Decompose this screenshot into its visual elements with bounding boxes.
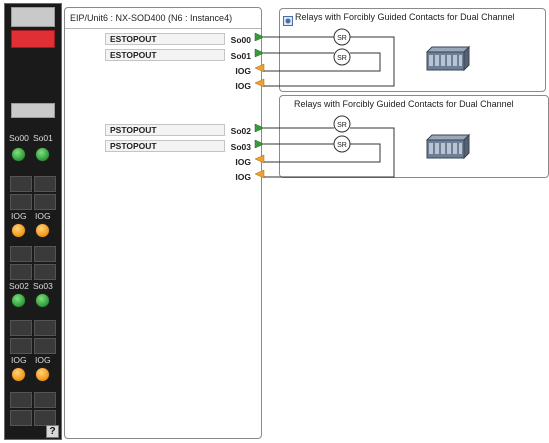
input-port-arrow[interactable] [254,63,265,73]
output-port-arrow[interactable] [254,32,265,42]
input-port-arrow[interactable] [254,78,265,88]
input-port-arrow[interactable] [254,154,265,164]
relay-coil-label: SR [337,122,347,129]
wire [264,127,395,178]
relay-coil-label: SR [337,55,347,62]
output-port-arrow[interactable] [254,139,265,149]
output-port-arrow[interactable] [254,123,265,133]
relay-device-image [425,133,471,160]
output-port-arrow[interactable] [254,48,265,58]
wire [264,36,395,87]
relay-device-image [425,45,471,72]
wire [264,143,381,163]
relay-coil-label: SR [337,35,347,42]
relay-coil-label: SR [337,142,347,149]
input-port-arrow[interactable] [254,169,265,179]
wire [264,52,381,72]
wiring-diagram: SR SR SR SR [254,28,471,179]
